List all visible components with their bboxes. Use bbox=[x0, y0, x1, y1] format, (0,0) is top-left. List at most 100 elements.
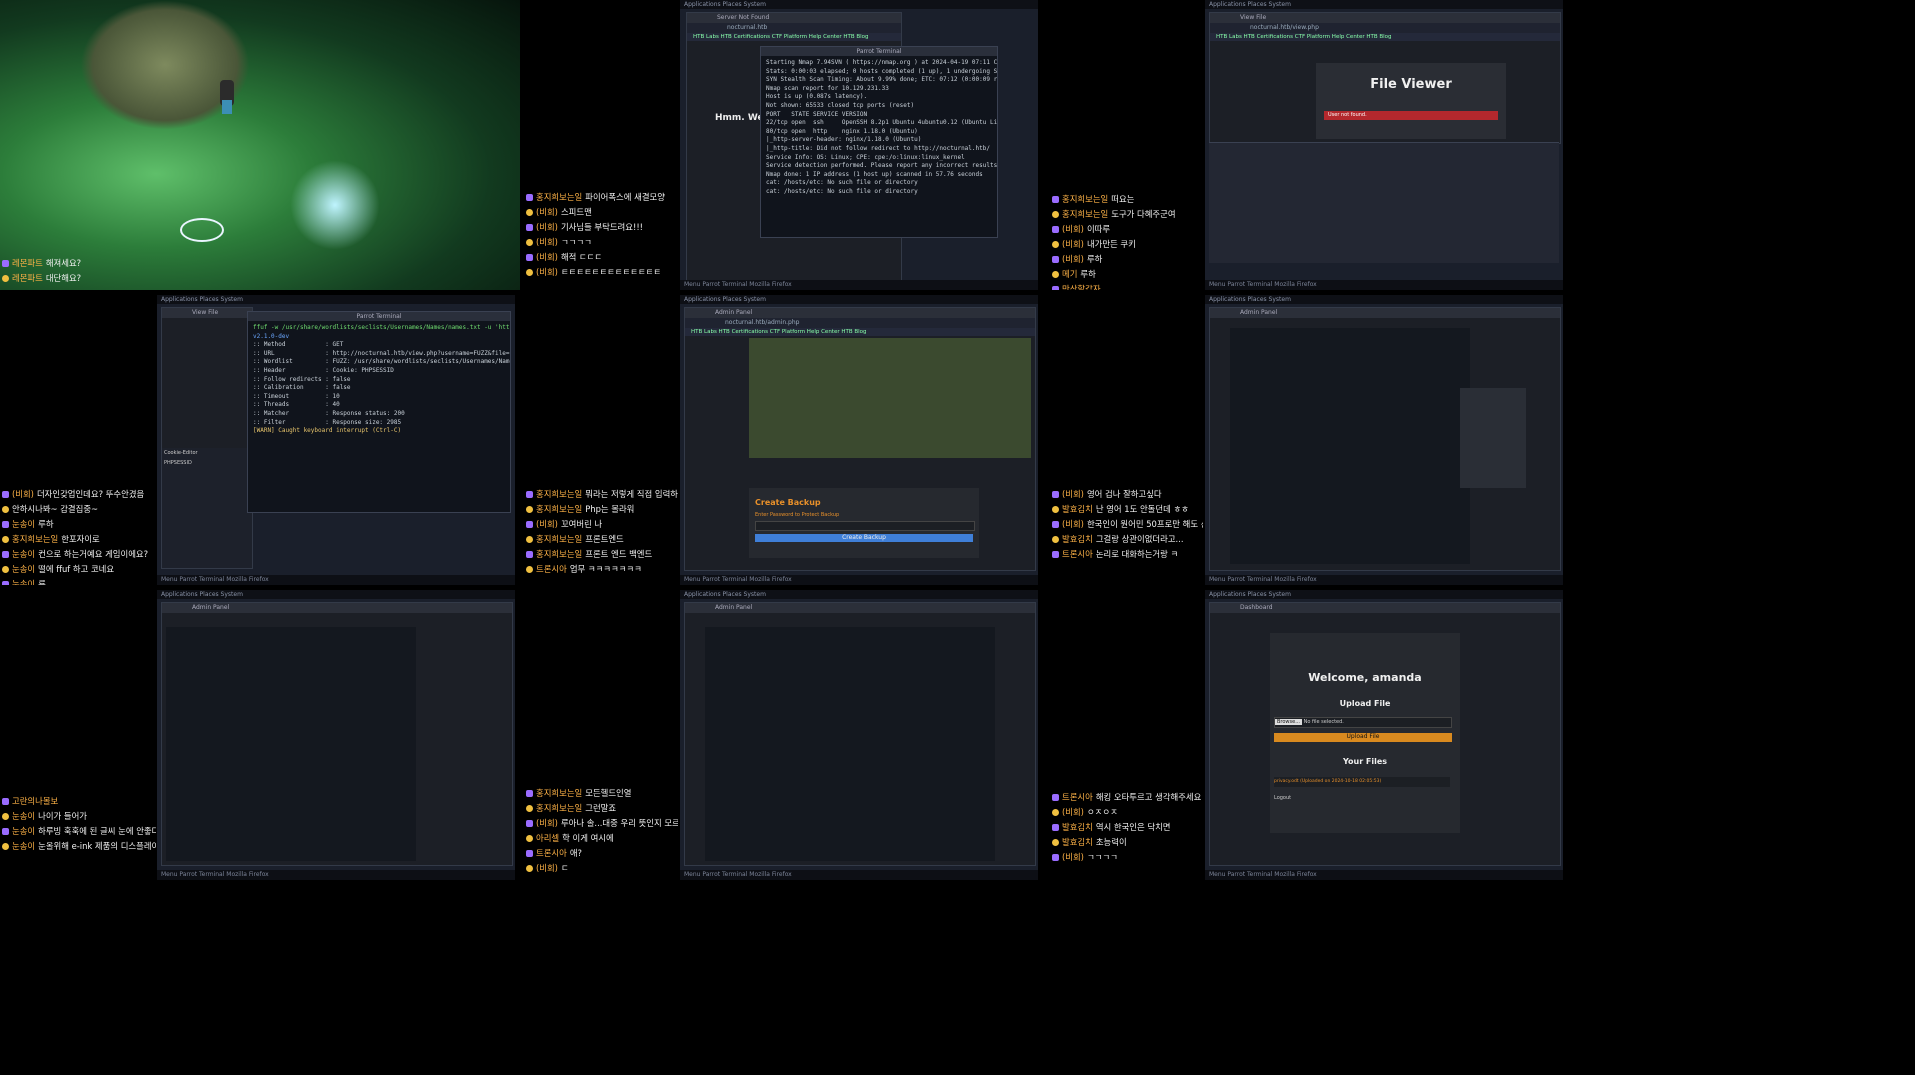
chat-message: (비회) 더자인갖업인데요? 뚜수안겼음 bbox=[2, 487, 148, 502]
badge-icon bbox=[526, 269, 533, 276]
desktop-tile-4: Applications Places System View File noc… bbox=[1205, 0, 1563, 290]
browser-tab[interactable]: Admin Panel bbox=[162, 603, 512, 613]
terminal-line: |_http-server-header: nginx/1.18.0 (Ubun… bbox=[766, 136, 922, 144]
chat-message: (비회) 스피드맨 bbox=[526, 205, 665, 220]
desktop-tile-11: Applications Places System Dashboard Wel… bbox=[1205, 590, 1563, 880]
backup-password-input[interactable] bbox=[755, 521, 975, 531]
badge-icon bbox=[1052, 506, 1059, 513]
chat-username: 홍지희보는일 bbox=[536, 534, 583, 544]
chat-text: 내가만든 쿠키 bbox=[1086, 239, 1136, 249]
cookie-editor[interactable]: Cookie-Editor PHPSESSID bbox=[162, 448, 252, 568]
badge-icon bbox=[1052, 286, 1059, 290]
badge-icon bbox=[1052, 521, 1059, 528]
chat-username: (비회) bbox=[1062, 807, 1084, 817]
chat-message: (비회) 루하 bbox=[1052, 252, 1176, 267]
chat-message: 눈송이눈올위해 e-ink 제품의 디스플레이 추천드립니다 bbox=[2, 839, 156, 854]
logout-link[interactable]: Logout bbox=[1274, 795, 1291, 801]
badge-icon bbox=[2, 566, 9, 573]
browser-window[interactable]: Admin Panel bbox=[161, 602, 513, 866]
backup-heading: Create Backup bbox=[755, 498, 821, 507]
chat-username: 발효김치 bbox=[1062, 822, 1093, 832]
bookmarks-bar: HTB Labs HTB Certifications CTF Platform… bbox=[687, 33, 901, 41]
file-input[interactable]: Browse... No file selected. bbox=[1274, 717, 1452, 728]
chat-username: (비회) bbox=[536, 237, 558, 247]
terminal-output: Starting Nmap 7.94SVN ( https://nmap.org… bbox=[761, 56, 997, 200]
chat-username: 홍지희보는일 bbox=[1062, 194, 1109, 204]
chat-text: 떠요는 bbox=[1111, 194, 1135, 204]
chat-username: (비회) bbox=[536, 207, 558, 217]
chat-username: 눈송이 bbox=[12, 826, 36, 836]
address-bar[interactable]: nocturnal.htb/admin.php bbox=[685, 318, 1035, 328]
terminal-line: cat: /hosts/etc: No such file or directo… bbox=[766, 179, 918, 187]
chat-text: 컨으로 하는거예요 게임이에요? bbox=[38, 549, 149, 559]
chat-username: (비회) bbox=[536, 818, 558, 828]
chat-message: (비회) 내가만든 쿠키 bbox=[1052, 237, 1176, 252]
php-source-view bbox=[749, 338, 1031, 458]
chat-username: (비회) bbox=[12, 489, 34, 499]
chat-message: 홍지희보는일 프론트 엔드 백엔드 bbox=[526, 547, 678, 562]
badge-icon bbox=[526, 850, 533, 857]
browser-tab[interactable]: Dashboard bbox=[1210, 603, 1560, 613]
badge-icon bbox=[2, 581, 9, 585]
php-source-view bbox=[1230, 328, 1470, 564]
taskbar: Menu Parrot Terminal Mozilla Firefox bbox=[157, 575, 515, 585]
badge-icon bbox=[526, 194, 533, 201]
browser-window[interactable]: Admin Panel nocturnal.htb/admin.php HTB … bbox=[684, 307, 1036, 571]
chat-username: (비회) bbox=[1062, 489, 1084, 499]
browser-tab[interactable]: Admin Panel bbox=[685, 603, 1035, 613]
chat-username: 트론시아 bbox=[1062, 792, 1093, 802]
chat-text: 초능력이 bbox=[1095, 837, 1127, 847]
badge-icon bbox=[526, 506, 533, 513]
chat-tile-5: (비회) 더자인갖업인데요? 뚜수안겼음 안하시나봐~ 감결집중~ 눈송이 루하 홍지희보… bbox=[0, 295, 156, 585]
chat-text: 논리로 대화하는거랑 ㅋ bbox=[1095, 549, 1179, 559]
chat-username: 발효김치 bbox=[1062, 837, 1093, 847]
chat-text: 대단해요? bbox=[45, 273, 82, 283]
browser-window[interactable]: View File nocturnal.htb/view.php HTB Lab… bbox=[1209, 12, 1561, 144]
badge-icon bbox=[1052, 226, 1059, 233]
chat-username: (비회) bbox=[536, 863, 558, 873]
create-backup-button[interactable]: Create Backup bbox=[755, 534, 973, 542]
chat-username: 눈송이 bbox=[12, 841, 36, 851]
terminal-line: :: Calibration : false bbox=[253, 384, 351, 392]
browser-tab[interactable]: Admin Panel bbox=[685, 308, 1035, 318]
chat-tile-10: 트론시아해킹 오타투르고 생각해주세요 ㅋㅋㅋㅋㅋ(비회)ㅇㅈㅇㅈ발효김치역시 … bbox=[1040, 590, 1203, 880]
top-panel: Applications Places System bbox=[157, 590, 515, 599]
terminal-line: SYN Stealth Scan Timing: About 9.99% don… bbox=[766, 76, 998, 84]
chat-message: (비회) ㄱㄱㄱㄱ bbox=[526, 235, 665, 250]
terminal-window[interactable]: Parrot Terminal ffuf -w /usr/share/wordl… bbox=[247, 311, 511, 513]
chat-text: ㄷ bbox=[560, 863, 569, 873]
chat-text: 학 이게 여시에 bbox=[562, 833, 614, 843]
browser-tab[interactable]: View File bbox=[1210, 13, 1560, 23]
chat-text: 모든헬드인열 bbox=[585, 788, 632, 798]
top-panel: Applications Places System bbox=[680, 295, 1038, 304]
browser-tab[interactable]: View File bbox=[162, 308, 252, 318]
chat-text: 눈올위해 e-ink 제품의 디스플레이 추천드립니다 bbox=[38, 841, 156, 851]
browser-window[interactable]: Admin Panel bbox=[684, 602, 1036, 866]
chat-username: 레몬파트 bbox=[12, 273, 43, 283]
browser-window[interactable]: View File Cookie-Editor PHPSESSID bbox=[161, 307, 253, 569]
devtools-panel[interactable] bbox=[1209, 142, 1559, 263]
chat-overlay: (비회) 영어 겁나 잘하고싶다 발효김치 난 영어 1도 안돌던데 ㅎㅎ (비회) 한국… bbox=[1052, 487, 1203, 562]
chat-message: 눈송이하루빙 훅훅에 된 글씨 눈에 안좋다는데 bbox=[2, 824, 156, 839]
address-bar[interactable]: nocturnal.htb/view.php bbox=[1210, 23, 1560, 33]
browser-window[interactable]: Dashboard Welcome, amanda Upload File Br… bbox=[1209, 602, 1561, 866]
no-file-label: No file selected. bbox=[1303, 719, 1344, 725]
chat-username: (비회) bbox=[536, 519, 558, 529]
terminal-line: 80/tcp open http nginx 1.18.0 (Ubuntu) bbox=[766, 127, 918, 135]
terminal-window[interactable]: Parrot Terminal Starting Nmap 7.94SVN ( … bbox=[760, 46, 998, 238]
upload-file-button[interactable]: Upload File bbox=[1274, 733, 1452, 742]
chat-text: 영어 겁나 잘하고싶다 bbox=[1086, 489, 1162, 499]
browser-tab[interactable]: Server Not Found bbox=[687, 13, 901, 23]
desktop-tile-7: Applications Places System Admin Panel M… bbox=[1205, 295, 1563, 585]
chat-message: 안하시나봐~ 감결집중~ bbox=[2, 502, 148, 517]
address-bar[interactable]: nocturnal.htb bbox=[687, 23, 901, 33]
chat-message: 레몬파트 해져세요? bbox=[2, 256, 81, 271]
browser-window[interactable]: Admin Panel bbox=[1209, 307, 1561, 571]
file-link[interactable]: privacy.odt (Uploaded on 2024-10-18 02:0… bbox=[1274, 777, 1450, 787]
badge-icon bbox=[1052, 551, 1059, 558]
browse-button[interactable]: Browse... bbox=[1275, 719, 1302, 725]
chat-message: (비회) ㅌㅌㅌㅌㅌㅌㅌㅌㅌㅌㅌㅌㅌ bbox=[526, 265, 665, 280]
chat-username: (비회) bbox=[536, 222, 558, 232]
browser-tab[interactable]: Admin Panel bbox=[1210, 308, 1560, 318]
chat-username: (비회) bbox=[1062, 519, 1084, 529]
